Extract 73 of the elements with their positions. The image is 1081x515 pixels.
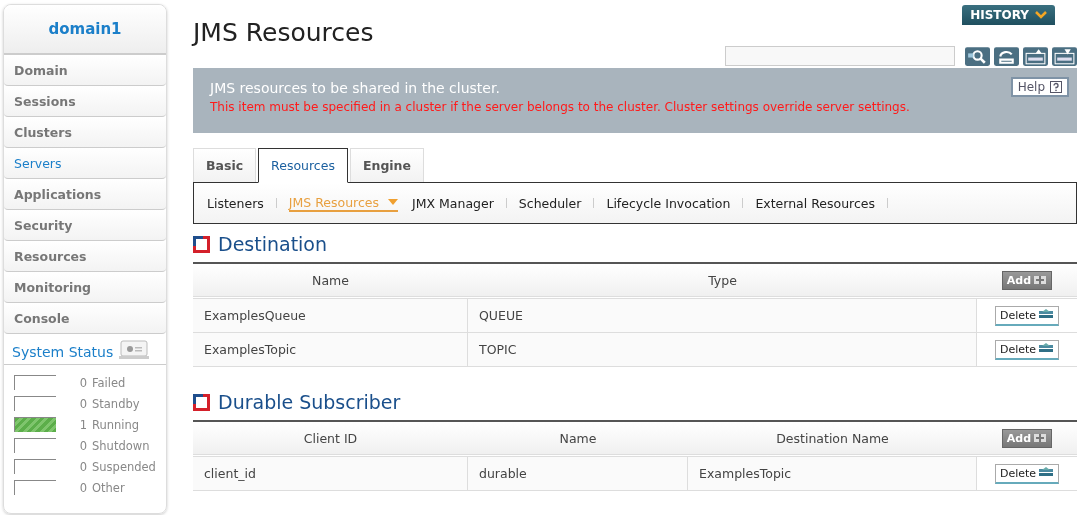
status-label: Other [92, 480, 125, 495]
sub-tab[interactable]: Lifecycle Invocation [606, 195, 731, 211]
help-button[interactable]: Help [1010, 77, 1069, 97]
plus-icon [1033, 432, 1048, 444]
sidebar-item[interactable]: Clusters [4, 117, 166, 148]
delete-button[interactable]: Delete [994, 463, 1060, 484]
delete-button[interactable]: Delete [994, 305, 1060, 326]
status-bar [14, 459, 56, 474]
question-icon [1050, 81, 1062, 93]
sub-tab[interactable]: Listeners [207, 195, 264, 211]
chevron-down-icon [1035, 11, 1047, 19]
table-cell: client_id [193, 457, 468, 490]
section-title: Destination [218, 233, 328, 255]
sidebar-item[interactable]: Servers [4, 148, 166, 179]
xml-upload-icon[interactable] [1023, 46, 1048, 66]
search-icon[interactable] [965, 46, 990, 66]
plus-icon [1033, 274, 1048, 286]
status-bar [14, 396, 56, 411]
sidebar-item[interactable]: Applications [4, 179, 166, 210]
banner-heading: JMS resources to be shared in the cluster. [210, 80, 501, 96]
tab[interactable]: Resources [258, 148, 348, 183]
sidebar-item[interactable]: Resources [4, 241, 166, 272]
status-label: Suspended [92, 459, 156, 474]
status-count: 0 [78, 480, 87, 495]
stack-icon [1038, 467, 1055, 479]
sidebar-item[interactable]: Monitoring [4, 272, 166, 303]
search-field[interactable] [725, 46, 955, 66]
table-cell: durable [468, 457, 688, 490]
column-header: Type [707, 271, 738, 290]
column-header: Client ID [302, 429, 359, 448]
system-status-title: System Status [12, 344, 114, 360]
delete-button[interactable]: Delete [994, 339, 1060, 360]
table-cell: ExamplesQueue [193, 299, 468, 332]
section-icon [193, 235, 210, 253]
status-count: 1 [78, 417, 87, 432]
stack-icon [1038, 309, 1055, 321]
add-button[interactable]: Add [1001, 428, 1053, 448]
sidebar-item[interactable]: Domain [4, 55, 166, 86]
add-button[interactable]: Add [1001, 270, 1053, 290]
domain-name[interactable]: domain1 [4, 5, 166, 55]
tab[interactable]: Basic [193, 148, 257, 182]
table-cell: ExamplesTopic [193, 333, 468, 366]
status-bar [14, 480, 56, 495]
page-title: JMS Resources [193, 18, 374, 49]
status-label: Standby [92, 396, 140, 411]
status-bar [14, 375, 56, 390]
section-icon [193, 393, 210, 411]
sub-tab[interactable]: JMX Manager [412, 195, 494, 211]
status-count: 0 [78, 459, 87, 474]
status-count: 0 [78, 396, 87, 411]
status-bar [14, 438, 56, 453]
status-label: Shutdown [92, 438, 150, 453]
status-label: Running [92, 417, 140, 432]
section-title: Durable Subscriber [218, 391, 401, 413]
sidebar-item[interactable]: Sessions [4, 86, 166, 117]
column-header: Destination Name [775, 429, 890, 448]
column-header: Name [311, 271, 350, 290]
status-label: Failed [92, 375, 126, 390]
banner-warning: This item must be specified in a cluster if the server belongs to the cluster. Cluster settings override server settings. [210, 100, 910, 114]
stack-icon [1038, 343, 1055, 355]
history-button[interactable]: HISTORY [962, 5, 1055, 25]
tab[interactable]: Engine [349, 148, 424, 182]
sub-tab[interactable]: Scheduler [518, 195, 582, 211]
status-count: 0 [78, 375, 87, 390]
column-header: Name [558, 429, 598, 448]
monitor-icon[interactable] [119, 340, 150, 360]
status-count: 0 [78, 438, 87, 453]
sidebar-item[interactable]: Console [4, 303, 166, 334]
sidebar-item[interactable]: Security [4, 210, 166, 241]
sub-tab[interactable]: External Resources [755, 195, 876, 211]
refresh-icon[interactable] [994, 46, 1019, 66]
status-bar [14, 417, 56, 432]
xml-download-icon[interactable] [1052, 46, 1077, 66]
